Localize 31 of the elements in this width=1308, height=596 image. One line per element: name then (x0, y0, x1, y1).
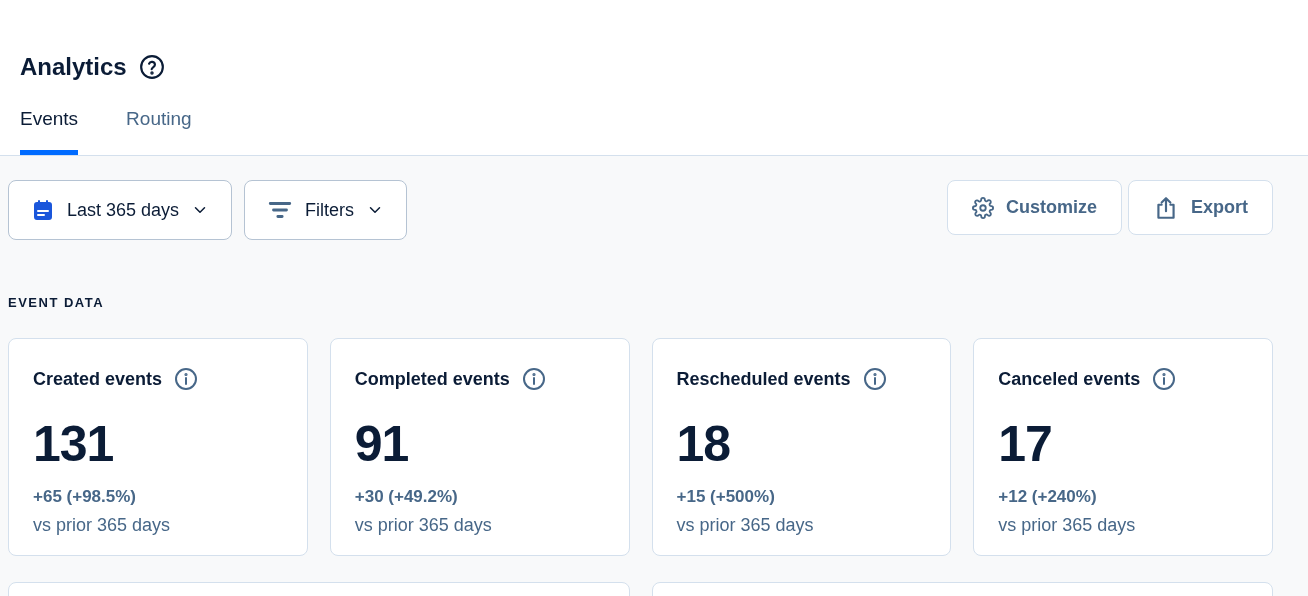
customize-button[interactable]: Customize (946, 180, 1122, 235)
metric-change: +15 (+500%) (676, 487, 776, 507)
export-button[interactable]: Export (1128, 180, 1273, 235)
comparison-text: vs prior 365 days (354, 515, 493, 536)
settings-icon (971, 196, 994, 219)
info-icon (1152, 367, 1177, 391)
tab[interactable]: Events (20, 108, 79, 155)
tab[interactable]: Routing (126, 108, 192, 155)
page-title: Analytics (20, 53, 127, 81)
metric-value: 17 (998, 415, 1053, 473)
filters-dropdown[interactable]: Filters (244, 180, 408, 240)
info-icon (521, 367, 546, 391)
card-title: Rescheduled events (676, 368, 851, 390)
metric-value: 131 (33, 415, 115, 473)
card-title: Created events (33, 368, 163, 390)
card-title: Canceled events (998, 368, 1141, 390)
card-title: Completed events (354, 368, 510, 390)
section-label: EVENT DATA (8, 295, 106, 310)
info-icon (174, 367, 199, 391)
calendar-icon (31, 198, 55, 222)
metric-value: 18 (676, 415, 732, 473)
metric-change: +30 (+49.2%) (354, 487, 459, 507)
date-range-dropdown[interactable]: Last 365 days (8, 180, 233, 240)
metric-change: +12 (+240%) (998, 487, 1098, 507)
metric-change: +65 (+98.5%) (33, 487, 137, 507)
comparison-text: vs prior 365 days (998, 515, 1137, 536)
comparison-text: vs prior 365 days (676, 515, 815, 536)
help-icon (138, 54, 165, 80)
info-icon (862, 367, 887, 391)
comparison-text: vs prior 365 days (33, 515, 172, 536)
metric-value: 91 (354, 415, 410, 473)
